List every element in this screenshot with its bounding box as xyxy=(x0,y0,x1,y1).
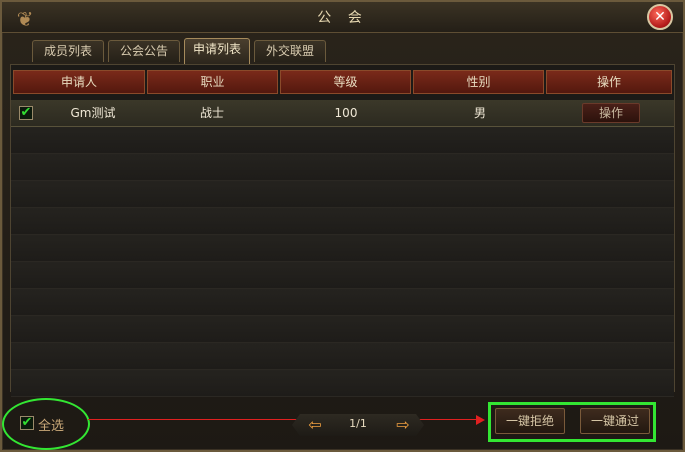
column-header-applicant: 申请人 xyxy=(13,70,145,94)
cell-class: 战士 xyxy=(199,106,224,120)
tab-guild-notice[interactable]: 公会公告 xyxy=(108,40,180,62)
table-header: 申请人 职业 等级 性别 操作 xyxy=(11,70,674,98)
empty-row xyxy=(11,208,674,235)
row-checkbox[interactable]: ✔ xyxy=(19,106,33,120)
pagination: ⇦ 1/1 ⇨ xyxy=(292,414,424,436)
application-table: 申请人 职业 等级 性别 操作 ✔ Gm测试 战士 100 男 操作 xyxy=(10,64,675,397)
footer-bar: ✔ 全选 ⇦ 1/1 ⇨ 一键拒绝 一键通过 xyxy=(2,394,683,450)
close-button[interactable]: ✕ xyxy=(647,4,673,30)
empty-row xyxy=(11,262,674,289)
select-all-label: 全选 xyxy=(38,419,65,434)
page-indicator: 1/1 xyxy=(349,417,367,430)
checkmark-icon: ✔ xyxy=(21,415,33,430)
annotation-arrowhead xyxy=(476,415,485,425)
window-title: 公 会 xyxy=(317,10,368,26)
table-row[interactable]: ✔ Gm测试 战士 100 男 操作 xyxy=(11,100,674,127)
empty-row xyxy=(11,127,674,154)
empty-row xyxy=(11,235,674,262)
reject-all-button[interactable]: 一键拒绝 xyxy=(495,408,565,434)
column-header-level: 等级 xyxy=(280,70,411,94)
column-header-gender: 性别 xyxy=(413,70,544,94)
empty-row xyxy=(11,316,674,343)
guild-window: ❦ 公 会 ✕ 成员列表 公会公告 申请列表 外交联盟 申请人 职业 等级 性别… xyxy=(0,0,685,452)
arrow-right-icon[interactable]: ⇨ xyxy=(392,417,414,433)
arrow-left-icon[interactable]: ⇦ xyxy=(304,417,326,433)
checkmark-icon: ✔ xyxy=(20,105,32,120)
empty-row xyxy=(11,370,674,397)
tab-application-list[interactable]: 申请列表 xyxy=(184,38,250,64)
approve-all-button[interactable]: 一键通过 xyxy=(580,408,650,434)
empty-row xyxy=(11,343,674,370)
row-action-button[interactable]: 操作 xyxy=(582,103,640,123)
empty-row xyxy=(11,154,674,181)
annotation-arrow-line xyxy=(88,419,480,420)
empty-row xyxy=(11,181,674,208)
cell-gender: 男 xyxy=(473,106,486,120)
select-all-checkbox[interactable]: ✔ xyxy=(20,416,34,430)
empty-row xyxy=(11,289,674,316)
tab-member-list[interactable]: 成员列表 xyxy=(32,40,104,62)
title-bar: ❦ 公 会 ✕ xyxy=(2,2,683,33)
cell-applicant: Gm测试 xyxy=(70,106,116,120)
cell-level: 100 xyxy=(334,106,358,120)
tab-diplomacy-alliance[interactable]: 外交联盟 xyxy=(254,40,326,62)
column-header-action: 操作 xyxy=(546,70,672,94)
column-header-class: 职业 xyxy=(147,70,278,94)
